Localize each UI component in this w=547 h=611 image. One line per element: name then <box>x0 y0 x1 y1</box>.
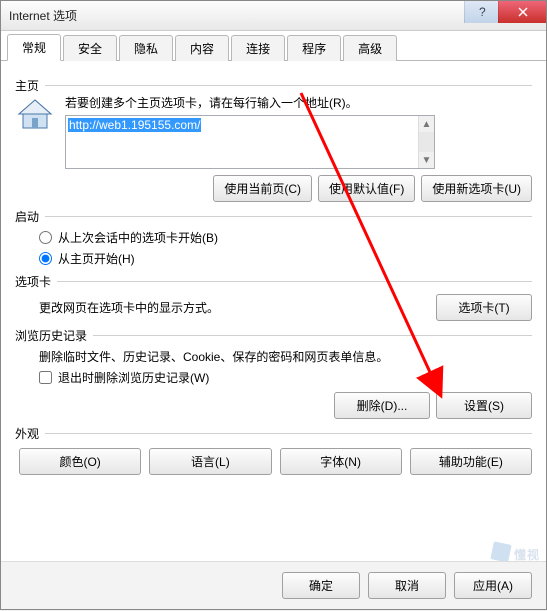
cancel-button[interactable]: 取消 <box>368 572 446 599</box>
group-appearance: 外观 <box>15 425 532 442</box>
use-newtab-button[interactable]: 使用新选项卡(U) <box>421 175 532 202</box>
scroll-down-icon[interactable]: ▼ <box>419 152 434 168</box>
homepage-desc: 若要创建多个主页选项卡，请在每行输入一个地址(R)。 <box>65 94 532 111</box>
help-button[interactable]: ? <box>464 1 498 23</box>
radio-label: 从上次会话中的选项卡开始(B) <box>58 229 218 246</box>
group-homepage: 主页 <box>15 77 532 94</box>
radio-label: 从主页开始(H) <box>58 250 135 267</box>
checkbox-label: 退出时删除浏览历史记录(W) <box>58 369 209 386</box>
settings-button[interactable]: 设置(S) <box>436 392 532 419</box>
divider <box>93 335 532 336</box>
group-tabs: 选项卡 <box>15 273 532 290</box>
divider <box>45 433 532 434</box>
color-button[interactable]: 颜色(O) <box>19 448 141 475</box>
tab-3[interactable]: 内容 <box>175 35 229 61</box>
language-button[interactable]: 语言(L) <box>149 448 271 475</box>
homepage-url-input[interactable]: http://web1.195155.com/ ▲ ▼ <box>65 115 435 169</box>
delete-on-exit-checkbox[interactable] <box>39 371 52 384</box>
window-buttons: ? <box>464 1 546 23</box>
tabs-button[interactable]: 选项卡(T) <box>436 294 532 321</box>
history-desc: 删除临时文件、历史记录、Cookie、保存的密码和网页表单信息。 <box>39 348 532 365</box>
tab-0[interactable]: 常规 <box>7 34 61 61</box>
group-label: 外观 <box>15 425 39 442</box>
scrollbar[interactable]: ▲ ▼ <box>418 116 434 168</box>
close-button[interactable] <box>498 1 546 23</box>
scroll-up-icon[interactable]: ▲ <box>419 116 434 132</box>
tab-2[interactable]: 隐私 <box>119 35 173 61</box>
dialog-footer: 确定 取消 应用(A) <box>1 561 546 609</box>
homepage-url-text: http://web1.195155.com/ <box>68 118 201 132</box>
home-icon <box>15 94 55 134</box>
apply-button[interactable]: 应用(A) <box>454 572 532 599</box>
tab-strip: 常规安全隐私内容连接程序高级 <box>1 31 546 61</box>
delete-button[interactable]: 删除(D)... <box>334 392 430 419</box>
svg-text:?: ? <box>479 7 486 17</box>
tab-5[interactable]: 程序 <box>287 35 341 61</box>
group-label: 选项卡 <box>15 273 51 290</box>
startup-home-row[interactable]: 从主页开始(H) <box>39 250 532 267</box>
divider <box>57 281 532 282</box>
group-label: 启动 <box>15 208 39 225</box>
font-button[interactable]: 字体(N) <box>280 448 402 475</box>
use-current-button[interactable]: 使用当前页(C) <box>213 175 312 202</box>
accessibility-button[interactable]: 辅助功能(E) <box>410 448 532 475</box>
tab-4[interactable]: 连接 <box>231 35 285 61</box>
ok-button[interactable]: 确定 <box>282 572 360 599</box>
divider <box>45 85 532 86</box>
delete-on-exit-row[interactable]: 退出时删除浏览历史记录(W) <box>39 369 532 386</box>
window-title: Internet 选项 <box>9 7 77 24</box>
group-label: 浏览历史记录 <box>15 327 87 344</box>
tabs-desc: 更改网页在选项卡中的显示方式。 <box>39 299 436 316</box>
titlebar: Internet 选项 ? <box>1 1 546 31</box>
radio-home[interactable] <box>39 252 52 265</box>
group-history: 浏览历史记录 <box>15 327 532 344</box>
group-startup: 启动 <box>15 208 532 225</box>
tab-6[interactable]: 高级 <box>343 35 397 61</box>
radio-last-session[interactable] <box>39 231 52 244</box>
tab-1[interactable]: 安全 <box>63 35 117 61</box>
use-default-button[interactable]: 使用默认值(F) <box>318 175 415 202</box>
group-label: 主页 <box>15 77 39 94</box>
divider <box>45 216 532 217</box>
tab-content: 主页 若要创建多个主页选项卡，请在每行输入一个地址(R)。 http://web… <box>1 61 546 485</box>
startup-last-session-row[interactable]: 从上次会话中的选项卡开始(B) <box>39 229 532 246</box>
dialog-window: Internet 选项 ? 常规安全隐私内容连接程序高级 主页 <box>0 0 547 610</box>
